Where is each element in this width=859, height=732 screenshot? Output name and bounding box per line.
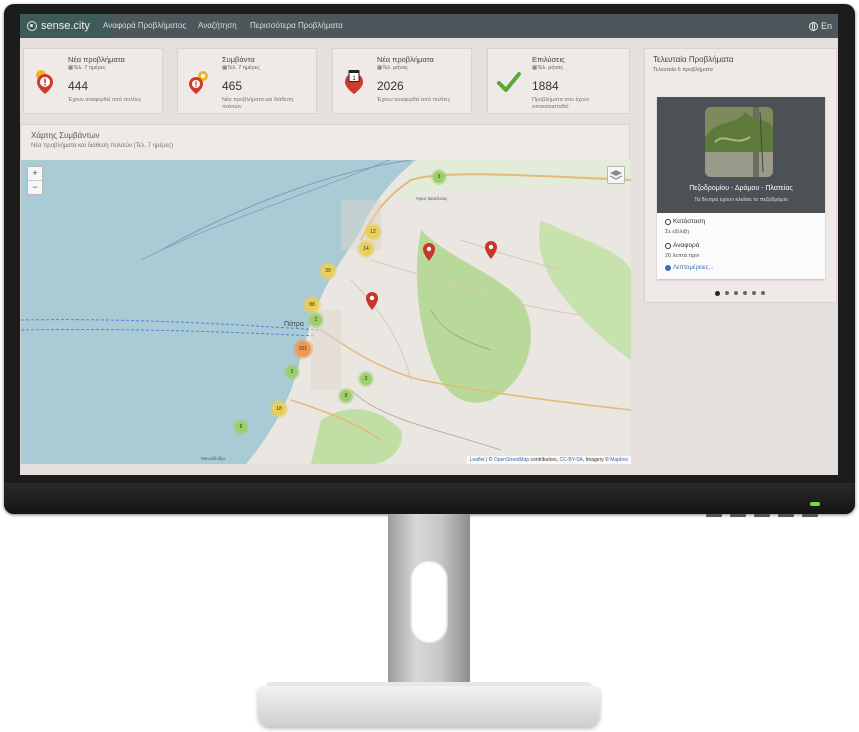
stat-description: Έχουν αναφερθεί από πολίτες <box>377 97 451 103</box>
stat-card-events-week: Συμβάντα ▦Τελ. 7 ημέρες 465 Νέα προβλήμα… <box>177 48 317 114</box>
status-label: Κατάσταση <box>665 218 705 225</box>
map-cluster[interactable]: 3 <box>358 371 374 387</box>
latest-title: Τελευταία Προβλήματα <box>653 55 734 64</box>
map-marker-icon[interactable] <box>485 241 497 259</box>
map-panel: Χάρτης Συμβάντων Νέα προβλήματα και διάθ… <box>20 124 631 464</box>
report-value: 20 λεπτά πριν <box>665 253 700 259</box>
map-cluster[interactable]: 6 <box>233 419 249 435</box>
map-cluster[interactable]: 3 <box>431 169 447 185</box>
stat-description: Έχουν αναφερθεί από πολίτες <box>68 97 142 103</box>
zoom-control: + − <box>27 166 43 195</box>
stat-value: 465 <box>222 79 243 93</box>
map-cluster[interactable]: 39 <box>319 262 337 280</box>
sense-city-icon <box>27 21 37 31</box>
brand-logo[interactable]: sense.city <box>20 14 112 38</box>
map-cluster[interactable]: 18 <box>270 400 288 418</box>
monitor-buttons <box>706 514 826 517</box>
latest-subtitle: Τελευταία 6 προβλήματα <box>653 67 713 73</box>
screen: sense.city Αναφορά Προβλήματος Αναζήτηση… <box>20 14 838 475</box>
events-icon <box>189 71 208 94</box>
carousel-dot[interactable] <box>715 291 720 296</box>
map-cluster[interactable]: 12 <box>364 223 382 241</box>
stat-period: ▦Τελ. μήνας <box>377 65 409 71</box>
clock-icon <box>665 242 671 249</box>
calendar-pin-icon: 1 <box>345 70 363 94</box>
language-switch[interactable]: En <box>808 14 832 38</box>
map-cluster[interactable]: 14 <box>357 240 375 258</box>
license-link[interactable]: CC-BY-SA <box>559 457 582 463</box>
alert-pin-icon <box>36 70 53 94</box>
gear-icon <box>665 218 671 225</box>
problem-category: Πεζοδρομίου - Δρόμου - Πλατείας <box>689 185 793 192</box>
stat-card-resolved-month: Επιλύσεις ▦Τελ. μήνας 1884 Προβλήματα πο… <box>487 48 630 114</box>
leaflet-link[interactable]: Leaflet <box>470 457 485 463</box>
nav-report-problem[interactable]: Αναφορά Προβλήματος <box>103 14 186 38</box>
map-marker-icon[interactable] <box>366 292 378 310</box>
navbar: sense.city Αναφορά Προβλήματος Αναζήτηση… <box>20 14 838 38</box>
map-cluster[interactable]: 5 <box>284 364 300 380</box>
map-attribution: Leaflet | © OpenStreetMap contributors, … <box>466 456 631 464</box>
stat-card-new-week: Νέα προβλήματα ▦Τελ. 7 ημέρες 444 Έχουν … <box>23 48 163 114</box>
monitor-chin <box>4 483 855 514</box>
map-cluster[interactable]: 2 <box>308 312 324 328</box>
slide-header: Πεζοδρομίου - Δρόμου - Πλατείας Τα δεντρ… <box>657 97 825 213</box>
power-led <box>810 502 820 506</box>
layers-button[interactable] <box>607 166 625 184</box>
latest-problems-panel: Τελευταία Προβλήματα Τελευταία 6 προβλήμ… <box>644 48 837 303</box>
stat-description: Προβλήματα που έχουν αποκατασταθεί <box>532 97 590 110</box>
carousel-dot[interactable] <box>734 291 738 295</box>
map-subtitle: Νέα προβλήματα και διάθεση πολιτών (Τελ.… <box>31 143 174 149</box>
problem-photo <box>705 107 773 177</box>
language-label: En <box>820 21 832 31</box>
stat-title: Επιλύσεις <box>532 55 565 64</box>
nav-more-problems[interactable]: Περισσότερα Προβλήματα <box>250 14 343 38</box>
problem-slide[interactable]: Πεζοδρομίου - Δρόμου - Πλατείας Τα δεντρ… <box>657 97 825 279</box>
nav-search[interactable]: Αναζήτηση <box>198 14 237 38</box>
osm-link[interactable]: OpenStreetMap <box>494 457 529 463</box>
details-link[interactable]: Λεπτομέρειες... <box>665 265 714 271</box>
stat-title: Συμβάντα <box>222 55 255 64</box>
layers-icon <box>609 170 623 180</box>
map-cluster[interactable]: 8 <box>338 388 354 404</box>
map-marker-icon[interactable] <box>423 243 435 261</box>
map-city-label: Πάτρα <box>284 321 304 328</box>
carousel-dot[interactable] <box>743 291 747 295</box>
stat-description: Νέα προβλήματα και διάθεση πολιτών <box>222 97 294 110</box>
map-place-label: Άγιος Βασίλειος <box>416 196 448 201</box>
stat-card-new-month: 1 Νέα προβλήματα ▦Τελ. μήνας 2026 Έχουν … <box>332 48 472 114</box>
stat-title: Νέα προβλήματα <box>377 55 434 64</box>
map-cluster[interactable]: 88 <box>303 296 321 314</box>
carousel-dot[interactable] <box>725 291 729 295</box>
zoom-out-button[interactable]: − <box>28 180 42 194</box>
map-tiles <box>21 160 631 464</box>
incident-map[interactable]: + − Πάτρα Άγιος Βασίλειος Μονοδένδρι 3 1… <box>21 160 631 464</box>
checkmark-icon <box>497 72 521 92</box>
map-title: Χάρτης Συμβάντων <box>31 131 100 140</box>
monitor-stand-base <box>258 686 600 726</box>
status-value: Σε εξέλιξη <box>665 229 690 235</box>
stand-cable-hole <box>410 560 448 644</box>
brand-name: sense.city <box>41 20 90 32</box>
stat-value: 2026 <box>377 79 404 93</box>
zoom-in-button[interactable]: + <box>28 167 42 180</box>
stat-period: ▦Τελ. 7 ημέρες <box>68 65 106 71</box>
report-label: Αναφορά <box>665 242 700 249</box>
map-place-label: Μονοδένδρι <box>201 456 225 461</box>
info-icon <box>665 265 671 271</box>
globe-icon <box>808 21 818 31</box>
problem-description: Τα δεντρα εχουν κλείσει το πεζοδρόμιο <box>694 197 788 203</box>
stat-period: ▦Τελ. μήνας <box>532 65 564 71</box>
map-cluster[interactable]: 201 <box>293 339 313 359</box>
stat-value: 444 <box>68 79 89 93</box>
carousel-dot[interactable] <box>752 291 756 295</box>
mapbox-link[interactable]: Mapbox <box>610 457 628 463</box>
stat-value: 1884 <box>532 79 559 93</box>
carousel-indicators <box>715 291 765 296</box>
carousel-dot[interactable] <box>761 291 765 295</box>
stat-period: ▦Τελ. 7 ημέρες <box>222 65 260 71</box>
stat-title: Νέα προβλήματα <box>68 55 125 64</box>
